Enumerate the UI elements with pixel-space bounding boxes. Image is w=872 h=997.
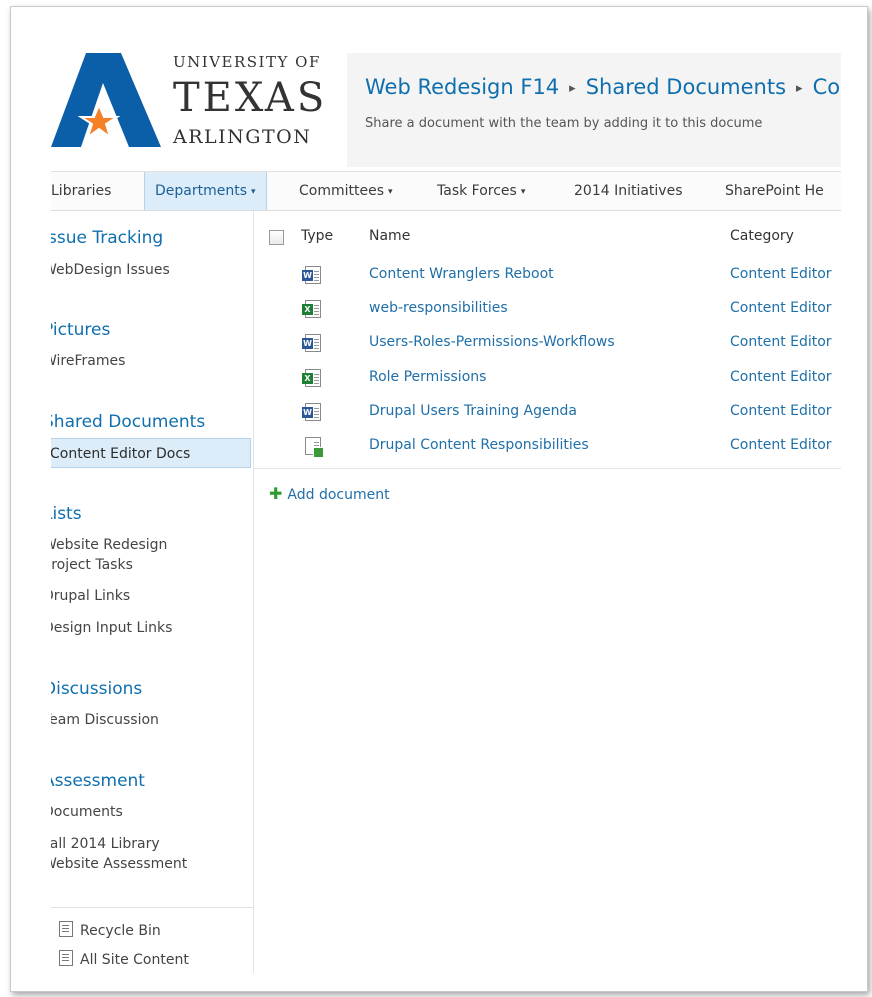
generic-document-icon	[305, 437, 324, 458]
word-document-icon: W	[302, 403, 321, 421]
topnav-departments[interactable]: Departments ▾	[144, 172, 267, 210]
document-name-link[interactable]: web-responsibilities	[369, 300, 508, 316]
top-navigation: Libraries Departments ▾ Committees ▾ Task …	[51, 171, 841, 211]
leftnav-item-team-discussion[interactable]: Team Discussion	[51, 710, 159, 730]
document-library-view: Type Name Category W Content Wranglers R…	[254, 210, 841, 973]
doc-lines	[314, 442, 319, 443]
topnav-sharepoint-help[interactable]: SharePoint He	[715, 172, 834, 210]
document-category-link[interactable]: Content Editor	[730, 403, 832, 419]
leftnav-item-content-editor-docs[interactable]: Content Editor Docs	[51, 438, 251, 468]
excel-document-icon: X	[302, 369, 321, 387]
leftnav-item-website-redesign-project-tasks[interactable]: Website Redesign Project Tasks	[51, 535, 213, 575]
word-badge: W	[302, 270, 313, 281]
document-name-link[interactable]: Drupal Users Training Agenda	[369, 403, 577, 419]
word-badge: W	[302, 338, 313, 349]
screenshot-frame: UNIVERSITY OF TEXAS ARLINGTON Web Redesi…	[10, 6, 868, 992]
table-row[interactable]: Drupal Content Responsibilities Content …	[254, 431, 841, 465]
uta-a-star-icon	[51, 53, 161, 147]
page-description: Share a document with the team by adding…	[365, 116, 763, 131]
doc-lines	[314, 374, 319, 375]
column-header-name[interactable]: Name	[369, 228, 410, 244]
document-category-link[interactable]: Content Editor	[730, 300, 832, 316]
topnav-2014-initiatives[interactable]: 2014 Initiatives	[564, 172, 693, 210]
column-header-category[interactable]: Category	[730, 228, 794, 244]
leftnav-item-design-input-links[interactable]: Design Input Links	[51, 618, 172, 638]
document-name-link[interactable]: Drupal Content Responsibilities	[369, 437, 589, 453]
topnav-libraries[interactable]: Libraries	[51, 172, 121, 210]
topnav-sharepoint-help-label: SharePoint He	[725, 183, 824, 199]
uta-logo[interactable]: UNIVERSITY OF TEXAS ARLINGTON	[51, 47, 347, 167]
breadcrumb-site-link[interactable]: Web Redesign F14	[365, 75, 559, 99]
leftnav-item-fall-2014-library-website-assessment[interactable]: Fall 2014 Library Website Assessment	[51, 834, 213, 874]
sharepoint-page: UNIVERSITY OF TEXAS ARLINGTON Web Redesi…	[51, 47, 841, 973]
add-document-link[interactable]: ✚ Add document	[269, 484, 390, 503]
leftnav-divider	[51, 907, 253, 908]
topnav-committees-label: Committees	[299, 183, 385, 199]
leftnav-heading-lists[interactable]: Lists	[51, 504, 82, 524]
table-row[interactable]: X web-responsibilities Content Editor	[254, 294, 841, 328]
add-document-label: Add document	[287, 487, 390, 503]
leftnav-heading-discussions[interactable]: Discussions	[51, 679, 142, 699]
doc-lines	[314, 408, 319, 409]
leftnav-item-drupal-links[interactable]: Drupal Links	[51, 586, 130, 606]
recycle-bin-icon	[59, 921, 73, 937]
document-name-link[interactable]: Role Permissions	[369, 369, 486, 385]
breadcrumb-library-link[interactable]: Shared Documents	[586, 75, 786, 99]
logo-line-texas: TEXAS	[173, 75, 328, 121]
word-document-icon: W	[302, 334, 321, 352]
word-badge: W	[302, 407, 313, 418]
all-site-content-icon	[59, 950, 73, 966]
leftnav-heading-shared-documents[interactable]: Shared Documents	[51, 412, 205, 432]
table-row[interactable]: W Users-Roles-Permissions-Workflows Cont…	[254, 328, 841, 362]
table-row[interactable]: W Drupal Users Training Agenda Content E…	[254, 397, 841, 431]
chevron-down-icon: ▾	[251, 187, 256, 197]
topnav-task-forces-label: Task Forces	[437, 183, 517, 199]
leftnav-item-wireframes[interactable]: WireFrames	[51, 351, 125, 371]
document-category-link[interactable]: Content Editor	[730, 369, 832, 385]
chevron-down-icon: ▾	[388, 187, 393, 197]
excel-document-icon: X	[302, 300, 321, 318]
chevron-down-icon: ▾	[520, 187, 526, 197]
document-category-link[interactable]: Content Editor	[730, 266, 832, 282]
excel-badge: X	[302, 304, 313, 315]
logo-line-arlington: ARLINGTON	[173, 126, 312, 148]
leftnav-item-documents[interactable]: Documents	[51, 802, 123, 822]
word-document-icon: W	[302, 266, 321, 284]
add-icon: ✚	[269, 484, 283, 503]
document-category-link[interactable]: Content Editor	[730, 437, 832, 453]
excel-badge: X	[302, 373, 313, 384]
doc-lines	[314, 305, 319, 306]
doc-lines	[314, 339, 319, 340]
breadcrumb-current-folder[interactable]: Cor	[813, 75, 841, 99]
topnav-2014-initiatives-label: 2014 Initiatives	[574, 183, 683, 199]
document-category-link[interactable]: Content Editor	[730, 334, 832, 350]
quick-launch: Issue Tracking WebDesign Issues Pictures…	[51, 210, 254, 973]
breadcrumb-separator-icon: ▸	[796, 81, 803, 96]
file-overlay-icon	[313, 447, 324, 458]
all-site-content-link[interactable]: All Site Content	[59, 950, 189, 968]
table-row[interactable]: X Role Permissions Content Editor	[254, 363, 841, 397]
all-site-content-label: All Site Content	[80, 952, 189, 968]
breadcrumb: Web Redesign F14 ▸ Shared Documents ▸ Cor	[365, 75, 841, 99]
leftnav-item-webdesign-issues[interactable]: WebDesign Issues	[51, 260, 170, 280]
leftnav-heading-pictures[interactable]: Pictures	[51, 320, 110, 340]
breadcrumb-separator-icon: ▸	[569, 81, 576, 96]
page-title-area: Web Redesign F14 ▸ Shared Documents ▸ Cor Sh…	[347, 53, 841, 167]
document-name-link[interactable]: Users-Roles-Permissions-Workflows	[369, 334, 615, 350]
recycle-bin-label: Recycle Bin	[80, 923, 161, 939]
document-name-link[interactable]: Content Wranglers Reboot	[369, 266, 554, 282]
leftnav-heading-issue-tracking[interactable]: Issue Tracking	[51, 228, 163, 248]
recycle-bin-link[interactable]: Recycle Bin	[59, 921, 161, 939]
topnav-departments-label: Departments	[155, 183, 248, 199]
topnav-libraries-label: Libraries	[51, 183, 112, 199]
table-row[interactable]: W Content Wranglers Reboot Content Edito…	[254, 260, 841, 294]
topnav-task-forces[interactable]: Task Forces ▾	[427, 172, 535, 210]
topnav-committees[interactable]: Committees ▾	[289, 172, 403, 210]
list-bottom-divider	[254, 468, 841, 469]
doc-lines	[314, 271, 319, 272]
column-header-type[interactable]: Type	[301, 228, 333, 244]
logo-line-university-of: UNIVERSITY OF	[173, 53, 321, 71]
select-all-checkbox[interactable]	[269, 230, 284, 245]
leftnav-heading-assessment[interactable]: Assessment	[51, 771, 145, 791]
